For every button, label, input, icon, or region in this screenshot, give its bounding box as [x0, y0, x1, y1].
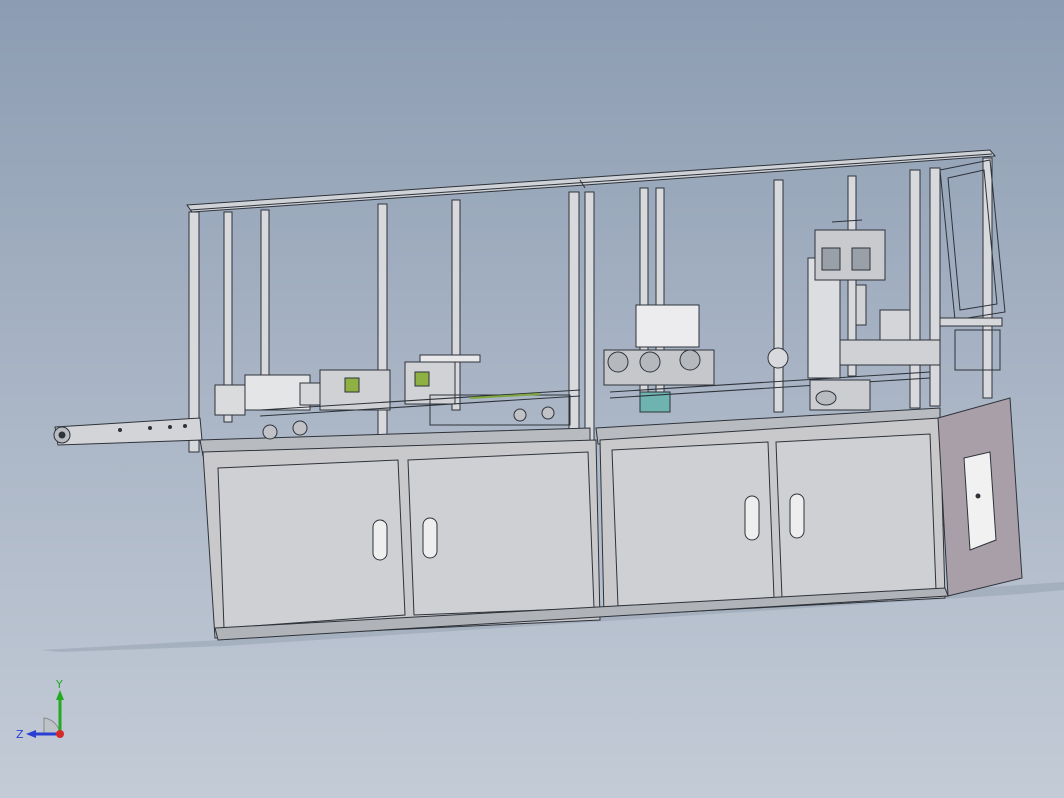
coordinate-triad: Y Z [16, 678, 64, 741]
triad-z-label: Z [16, 728, 24, 741]
end-window-frame [939, 159, 1006, 321]
infeed-conveyor [54, 417, 203, 446]
triad-x-axis [56, 730, 64, 738]
end-panel-window [963, 451, 997, 551]
cad-3d-viewport[interactable] [0, 0, 1064, 798]
triad-y-label: Y [55, 678, 63, 691]
packaging-machine-model[interactable] [53, 149, 1023, 641]
left-module-mechanisms [214, 354, 581, 440]
frame-posts-left-module [188, 191, 595, 453]
